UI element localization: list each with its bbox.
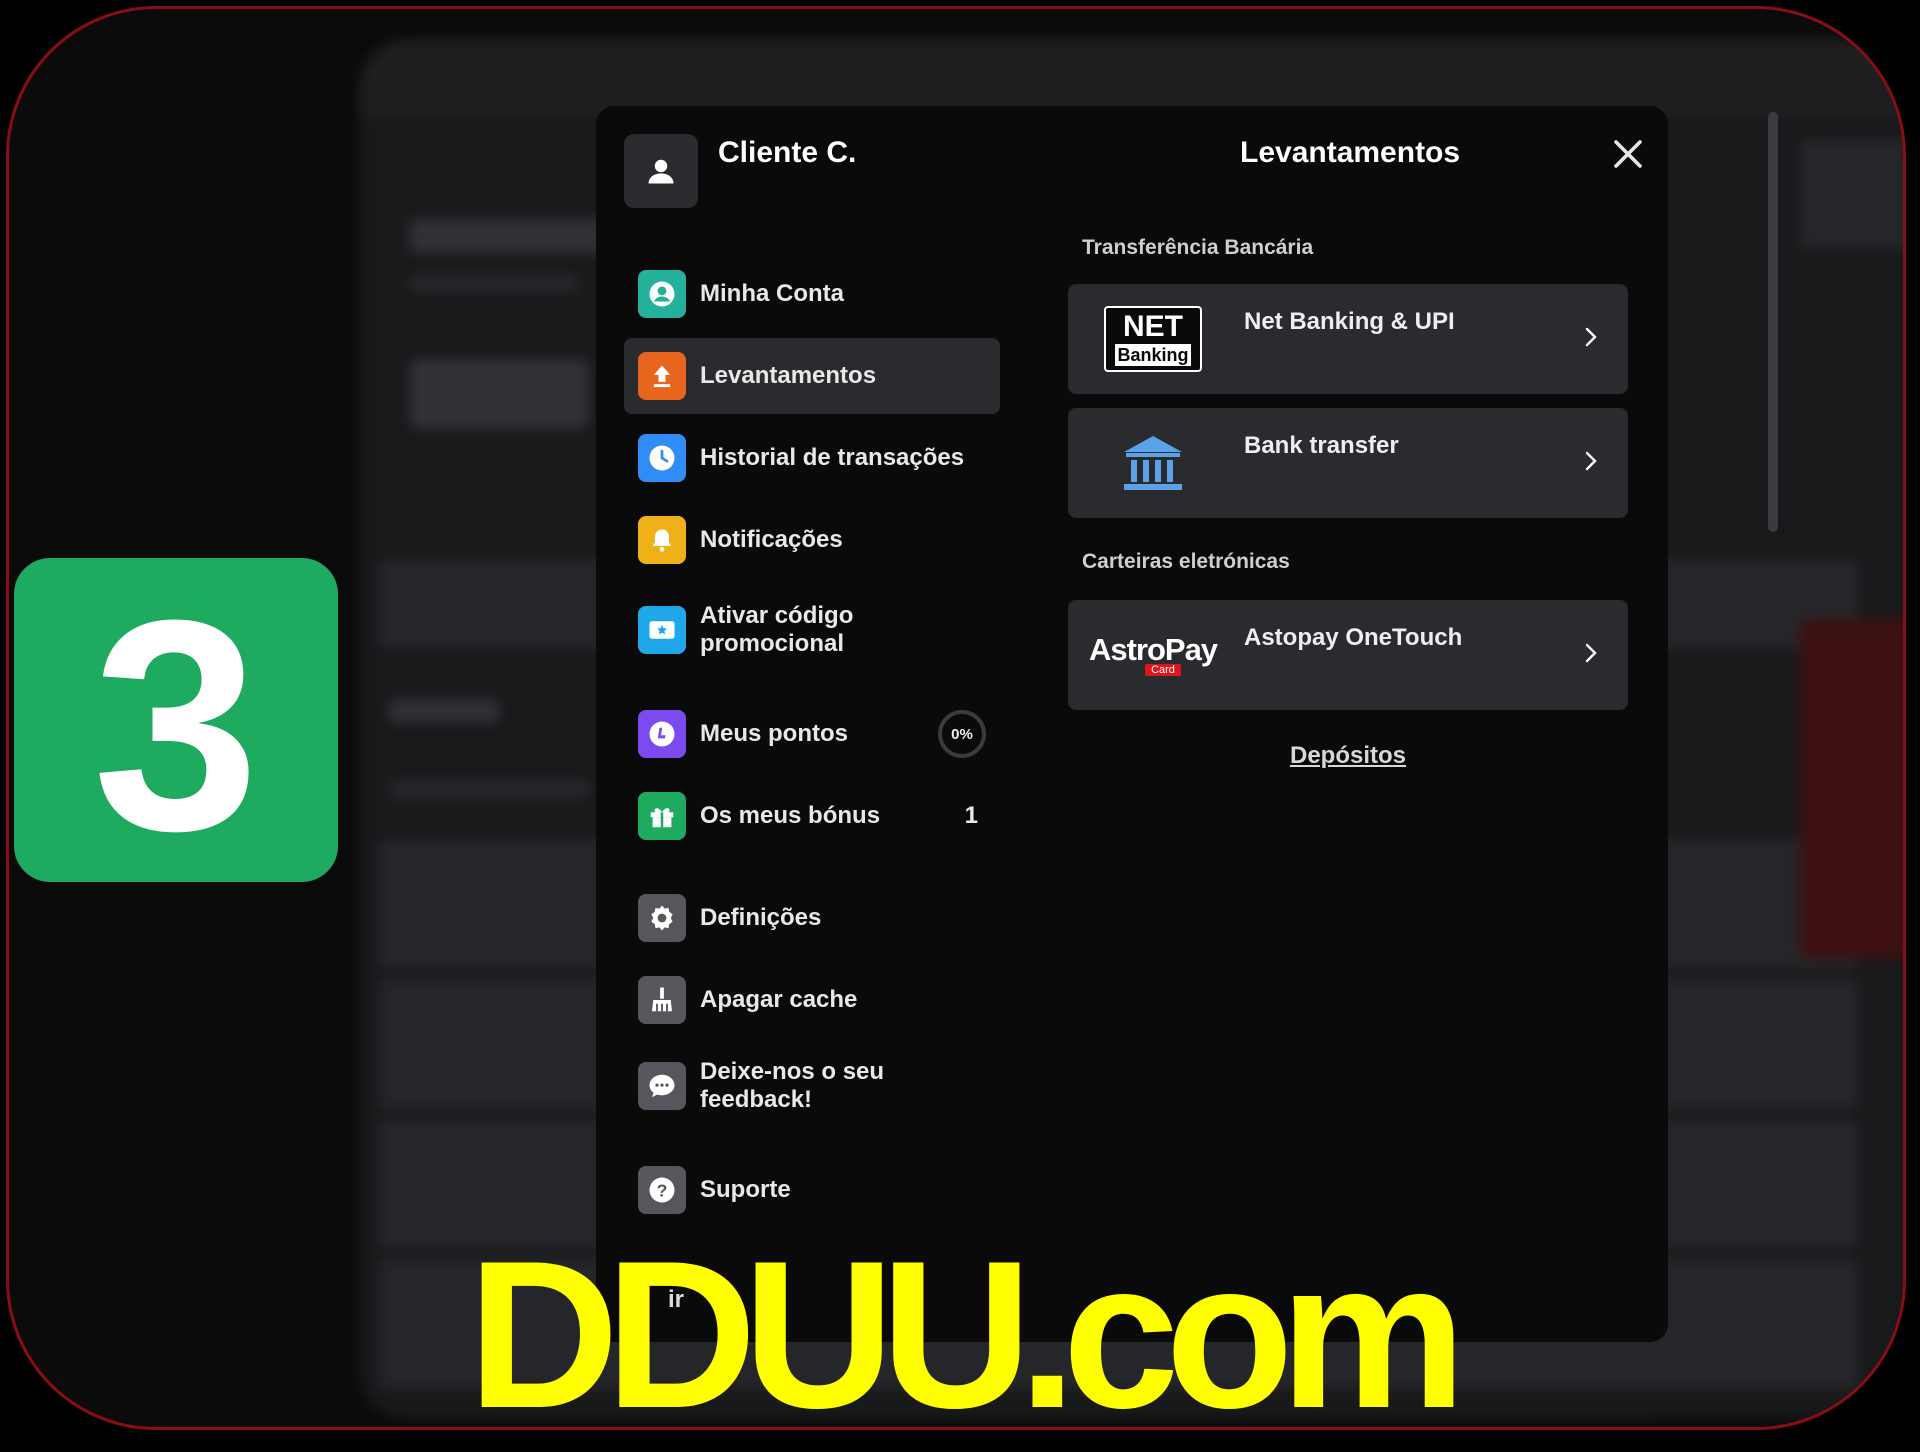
step-number: 3 bbox=[92, 557, 260, 893]
deposits-link[interactable]: Depósitos bbox=[1068, 742, 1628, 770]
menu-item-levantamentos[interactable]: Levantamentos bbox=[624, 338, 1000, 414]
menu-item-label: Os meus bónus bbox=[700, 802, 881, 829]
menu-item-minha-conta[interactable]: Minha Conta bbox=[624, 256, 1000, 332]
menu-item-label: Levantamentos bbox=[700, 362, 877, 389]
menu-item-historial[interactable]: Historial de transações bbox=[624, 420, 1000, 496]
menu-item-bonus[interactable]: Os meus bónus 1 bbox=[624, 778, 1000, 854]
bonus-count: 1 bbox=[964, 802, 978, 829]
bank-icon bbox=[1088, 426, 1218, 500]
option-name: Bank transfer bbox=[1244, 432, 1399, 459]
astropay-logo: AstroPay Card bbox=[1088, 632, 1218, 676]
section-title-bank: Transferência Bancária bbox=[1082, 236, 1314, 259]
page-scrollbar[interactable] bbox=[1768, 112, 1778, 532]
menu-item-label: Definições bbox=[700, 904, 822, 931]
chevron-right-icon bbox=[1585, 643, 1597, 663]
menu-item-label: Ativar código promocional bbox=[700, 602, 854, 657]
user-icon bbox=[648, 159, 674, 184]
ticket-icon bbox=[638, 606, 686, 654]
svg-text:?: ? bbox=[657, 1180, 668, 1200]
gift-icon bbox=[638, 792, 686, 840]
menu-item-label: Apagar cache bbox=[700, 986, 858, 1013]
menu-item-label: Deixe-nos o seu feedback! bbox=[700, 1058, 885, 1113]
menu-item-meus-pontos[interactable]: Meus pontos 0% bbox=[624, 696, 1000, 772]
points-progress: 0% bbox=[938, 710, 986, 758]
section-title-ewallets: Carteiras eletrónicas bbox=[1082, 550, 1290, 573]
option-astropay[interactable]: AstroPay Card Astopay OneTouch bbox=[1068, 600, 1628, 710]
chevron-right-icon bbox=[1585, 451, 1597, 471]
option-net-banking[interactable]: NET Banking Net Banking & UPI bbox=[1068, 284, 1628, 394]
menu-item-promo-code[interactable]: Ativar código promocional bbox=[624, 584, 1000, 676]
close-icon[interactable] bbox=[1610, 136, 1646, 172]
netbanking-logo: NET Banking bbox=[1088, 302, 1218, 376]
panel-title: Levantamentos bbox=[1240, 136, 1461, 169]
menu-item-definicoes[interactable]: Definições bbox=[624, 880, 1000, 956]
account-modal: Cliente C. Minha Conta Levantamentos His… bbox=[596, 106, 1668, 1342]
menu-item-feedback[interactable]: Deixe-nos o seu feedback! bbox=[624, 1040, 1000, 1132]
menu-item-label: Meus pontos bbox=[700, 720, 848, 747]
menu-item-label: Minha Conta bbox=[700, 280, 844, 307]
chat-icon bbox=[638, 1062, 686, 1110]
user-name: Cliente C. bbox=[718, 136, 857, 169]
menu-item-notificacoes[interactable]: Notificações bbox=[624, 502, 1000, 578]
option-bank-transfer[interactable]: Bank transfer bbox=[1068, 408, 1628, 518]
watermark-text: DDUU.com bbox=[467, 1217, 1467, 1452]
chevron-right-icon bbox=[1585, 327, 1597, 347]
help-icon: ? bbox=[638, 1166, 686, 1214]
account-icon bbox=[638, 270, 686, 318]
clock-icon bbox=[638, 434, 686, 482]
bell-icon bbox=[638, 516, 686, 564]
gear-icon bbox=[638, 894, 686, 942]
menu-item-label: Historial de transações bbox=[700, 444, 965, 471]
withdraw-icon bbox=[638, 352, 686, 400]
step-badge: 3 bbox=[14, 558, 338, 882]
option-name: Astopay OneTouch bbox=[1244, 624, 1463, 651]
menu-item-label: Notificações bbox=[700, 526, 843, 553]
broom-icon bbox=[638, 976, 686, 1024]
option-name: Net Banking & UPI bbox=[1244, 308, 1455, 335]
loyalty-icon bbox=[638, 710, 686, 758]
avatar[interactable] bbox=[624, 134, 698, 208]
menu-item-label: Suporte bbox=[700, 1176, 791, 1203]
menu-item-apagar-cache[interactable]: Apagar cache bbox=[624, 962, 1000, 1038]
